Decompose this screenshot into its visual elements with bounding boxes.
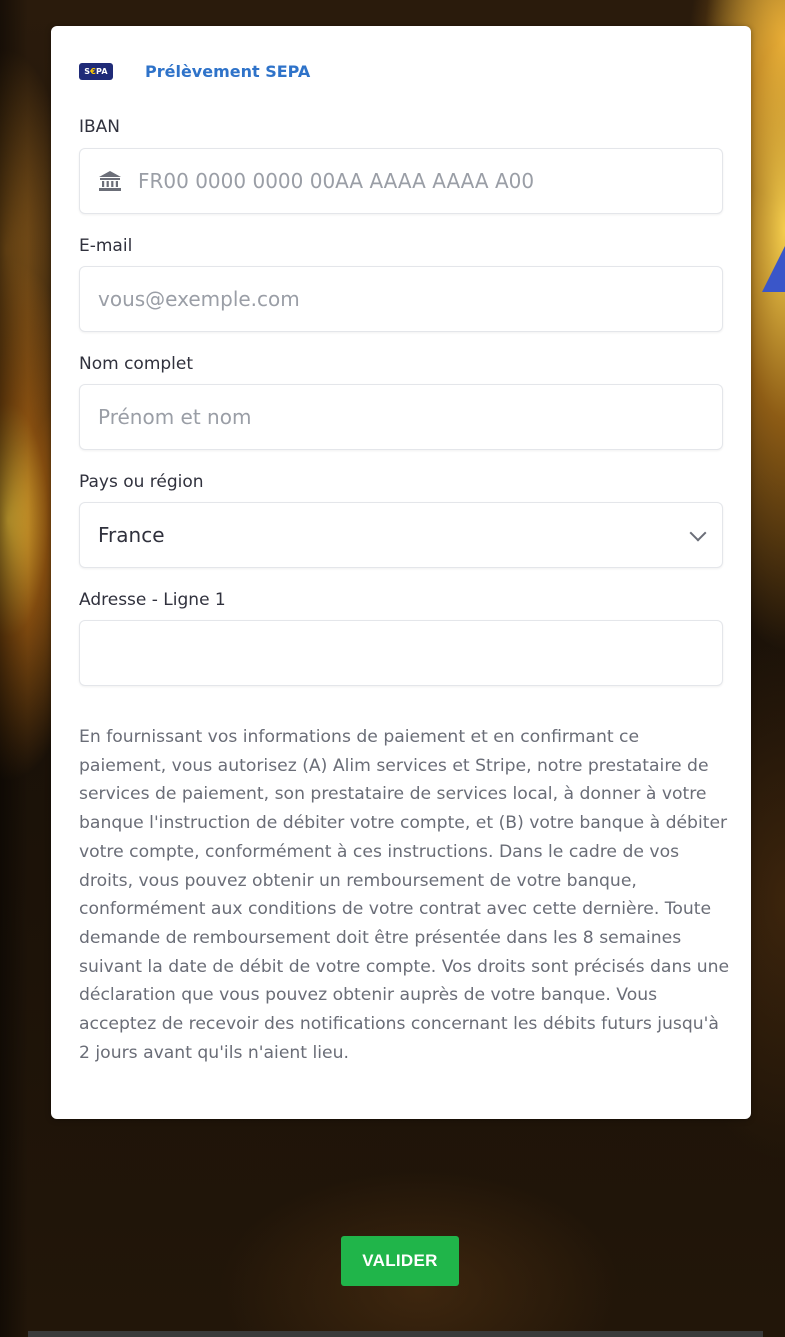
full-name-placeholder: Prénom et nom xyxy=(98,405,252,429)
email-placeholder: vous@exemple.com xyxy=(98,287,300,311)
chevron-down-icon xyxy=(689,524,707,542)
email-field-group: E-mail vous@exemple.com xyxy=(79,234,723,332)
iban-placeholder: FR00 0000 0000 00AA AAAA AAAA A00 xyxy=(138,169,535,193)
country-selected-value: France xyxy=(98,523,165,547)
sepa-logo-right: PA xyxy=(96,66,108,76)
iban-input[interactable]: FR00 0000 0000 00AA AAAA AAAA A00 xyxy=(79,148,723,214)
address-line1-field[interactable] xyxy=(79,620,723,686)
address-field-group: Adresse - Ligne 1 xyxy=(79,588,723,686)
iban-field-group: IBAN FR00 0000 0000 00AA AAAA AAAA A00 xyxy=(79,115,723,214)
full-name-label: Nom complet xyxy=(79,354,194,374)
payment-method-tab[interactable]: S € PA Prélèvement SEPA xyxy=(79,56,723,86)
sepa-mandate-text: En fournissant vos informations de paiem… xyxy=(79,727,730,1063)
sepa-logo-icon: S € PA xyxy=(79,62,113,80)
country-label: Pays ou région xyxy=(79,472,204,492)
full-name-field-group: Nom complet Prénom et nom xyxy=(79,352,723,450)
country-select[interactable]: France xyxy=(79,502,723,568)
iban-label: IBAN xyxy=(79,117,121,137)
payment-form-card: S € PA Prélèvement SEPA IBAN FR00 0000 000… xyxy=(51,26,751,1119)
email-field[interactable]: vous@exemple.com xyxy=(79,266,723,332)
email-label: E-mail xyxy=(79,236,133,256)
payment-method-tab-label: Prélèvement SEPA xyxy=(145,61,311,81)
background-shade xyxy=(0,0,28,1337)
country-field-group: Pays ou région France xyxy=(79,470,723,568)
window-bottom-edge xyxy=(28,1331,763,1337)
bank-icon xyxy=(99,171,121,191)
full-name-field[interactable]: Prénom et nom xyxy=(79,384,723,450)
decorative-triangle xyxy=(762,246,785,292)
address-line1-label: Adresse - Ligne 1 xyxy=(79,590,226,610)
validate-button[interactable]: VALIDER xyxy=(341,1236,459,1286)
